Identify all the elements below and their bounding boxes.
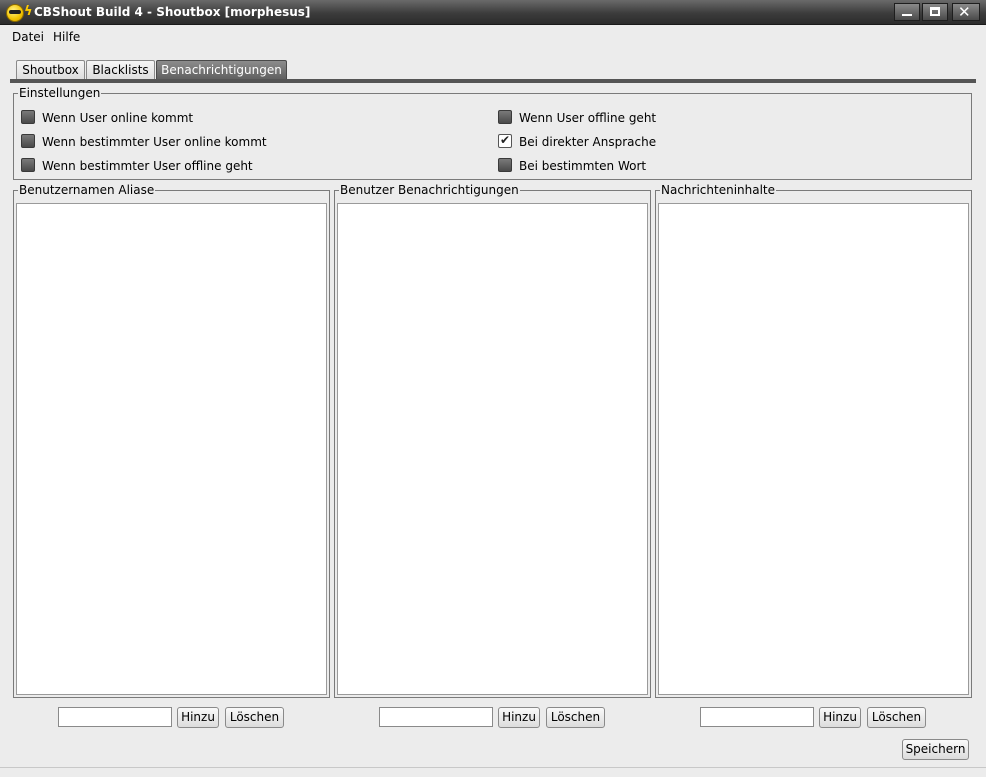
tab-blacklists[interactable]: Blacklists [86, 60, 155, 80]
checkbox-specific-word[interactable] [498, 158, 512, 172]
checkbox-label: Wenn bestimmter User offline geht [42, 159, 253, 173]
user-notifications-legend: Benutzer Benachrichtigungen [339, 183, 520, 197]
aliases-delete-button[interactable]: Löschen [225, 707, 284, 728]
minimize-button[interactable] [894, 3, 920, 21]
tab-shoutbox[interactable]: Shoutbox [16, 60, 85, 80]
user-notifications-list[interactable] [337, 203, 648, 695]
checkbox-label: Wenn bestimmter User online kommt [42, 135, 267, 149]
message-contents-add-button[interactable]: Hinzu [819, 707, 861, 728]
checkbox-user-offline[interactable] [498, 110, 512, 124]
aliases-group: Benutzernamen Aliase [13, 183, 330, 698]
save-button[interactable]: Speichern [902, 739, 969, 760]
app-window: ϟ CBShout Build 4 - Shoutbox [morphesus]… [0, 0, 986, 777]
user-notifications-delete-button[interactable]: Löschen [546, 707, 605, 728]
checkbox-user-online[interactable] [21, 110, 35, 124]
checkbox-label: Wenn User offline geht [519, 111, 657, 125]
settings-legend: Einstellungen [18, 86, 102, 100]
message-contents-legend: Nachrichteninhalte [660, 183, 777, 197]
aliases-legend: Benutzernamen Aliase [18, 183, 156, 197]
menu-datei[interactable]: Datei [12, 30, 44, 44]
menu-bar: Datei Hilfe [0, 25, 986, 47]
settings-group: Einstellungen Wenn User online kommt Wen… [13, 86, 972, 180]
message-contents-input[interactable] [700, 707, 814, 727]
message-contents-list[interactable] [658, 203, 969, 695]
user-notifications-group: Benutzer Benachrichtigungen [334, 183, 651, 698]
smiley-sunglasses-icon [6, 4, 24, 22]
menu-hilfe[interactable]: Hilfe [53, 30, 80, 44]
user-notifications-add-button[interactable]: Hinzu [498, 707, 540, 728]
title-bar[interactable]: ϟ CBShout Build 4 - Shoutbox [morphesus]… [0, 0, 986, 25]
close-button[interactable]: ✕ [952, 3, 980, 21]
checkbox-label: Bei direkter Ansprache [519, 135, 657, 149]
close-icon: ✕ [958, 3, 971, 21]
checkbox-label: Wenn User online kommt [42, 111, 194, 125]
aliases-add-button[interactable]: Hinzu [177, 707, 219, 728]
tab-benachrichtigungen[interactable]: Benachrichtigungen [156, 60, 287, 80]
aliases-list[interactable] [16, 203, 327, 695]
message-contents-group: Nachrichteninhalte [655, 183, 972, 698]
minimize-icon [902, 14, 912, 16]
maximize-button[interactable] [922, 3, 948, 21]
checkbox-direct-address[interactable] [498, 133, 512, 148]
user-notifications-input[interactable] [379, 707, 493, 727]
message-contents-delete-button[interactable]: Löschen [867, 707, 926, 728]
tab-strip-divider [10, 79, 976, 83]
checkbox-specific-user-online[interactable] [21, 134, 35, 148]
checkbox-specific-user-offline[interactable] [21, 158, 35, 172]
lightning-icon: ϟ [24, 4, 33, 19]
aliases-input[interactable] [58, 707, 172, 727]
window-title: CBShout Build 4 - Shoutbox [morphesus] [34, 5, 311, 19]
maximize-icon [930, 7, 940, 16]
checkbox-label: Bei bestimmten Wort [519, 159, 647, 173]
